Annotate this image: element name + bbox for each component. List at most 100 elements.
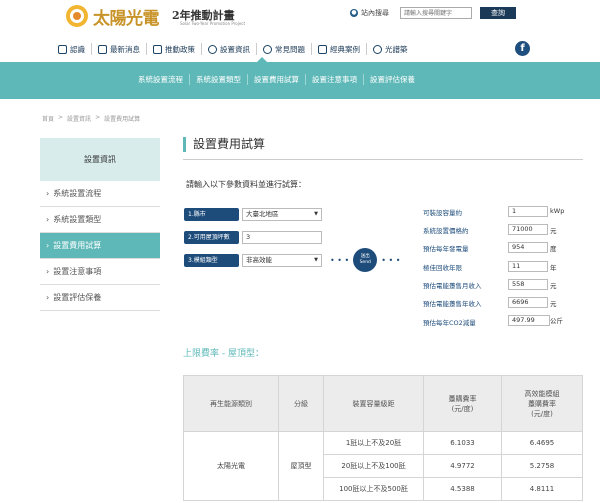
chevron-right-icon: › xyxy=(46,241,50,250)
cell-rate: 4.5388 xyxy=(423,477,502,501)
dropdown-arrow-icon: ▼ xyxy=(314,211,318,217)
output-label-price: 系統設置價格約 xyxy=(423,227,469,235)
site-search-link[interactable]: ● 站內搜尋 xyxy=(350,8,389,18)
send-button[interactable]: 送出 Send xyxy=(353,248,378,272)
output-unit-generation: 度 xyxy=(550,245,557,253)
chevron-right-icon: › xyxy=(46,267,50,276)
main-nav: 認識 最新消息 推動政策 設置資訊 常見問題 經典案例 光譜築 xyxy=(52,38,414,60)
subnav-process[interactable]: 系統設置流程 xyxy=(132,74,190,85)
table-row: 太陽光電 屋頂型 1瓩以上不及20瓩 6.1033 6.4695 xyxy=(183,431,583,501)
subnav-types[interactable]: 系統設置類型 xyxy=(190,74,248,85)
cell-range: 1瓩以上不及20瓩 xyxy=(323,431,424,455)
cell-high-rate: 6.4695 xyxy=(501,431,583,455)
breadcrumb-home[interactable]: 首頁 xyxy=(42,114,54,123)
chevron-right-icon: › xyxy=(46,189,50,198)
sidebar-item-notes[interactable]: › 設置注意事項 xyxy=(40,259,160,285)
logo-title[interactable]: 太陽光電 xyxy=(93,4,160,29)
output-label-monthly: 預估電能躉售月收入 xyxy=(423,282,482,290)
case-icon xyxy=(318,44,327,54)
output-unit-co2: 公斤 xyxy=(550,317,563,325)
output-unit-payback: 年 xyxy=(550,264,557,272)
building-icon xyxy=(153,44,162,54)
module-type-select[interactable]: 非高效能 ▼ xyxy=(242,254,322,267)
header-category: 再生能源類別 xyxy=(183,375,279,432)
output-unit-monthly: 元 xyxy=(550,282,557,290)
breadcrumb-setup-info[interactable]: 設置資訊 xyxy=(67,114,91,123)
question-icon xyxy=(263,44,272,54)
facebook-icon[interactable]: f xyxy=(515,41,530,56)
nav-item-faq[interactable]: 常見問題 xyxy=(257,43,312,55)
search-input[interactable] xyxy=(400,7,472,19)
output-unit-price: 元 xyxy=(550,227,557,235)
cell-high-rate: 5.2758 xyxy=(501,454,583,478)
divider xyxy=(183,159,583,160)
table-header-row: 再生能源類別 分級 裝置容量級距 躉購費率 (元/度) 高效能模組 躉購費率 (… xyxy=(183,375,583,432)
sidebar-item-types[interactable]: › 系統設置類型 xyxy=(40,207,160,233)
page-title: 設置費用試算 xyxy=(183,137,265,152)
chevron-right-icon: › xyxy=(46,293,50,302)
output-label-capacity: 可裝設容量約 xyxy=(423,209,462,217)
output-label-payback: 極佳回收年限 xyxy=(423,264,462,272)
nav-item-setup-info[interactable]: 設置資訊 xyxy=(202,43,257,55)
output-payback: 11 xyxy=(508,261,548,272)
subnav-maintenance[interactable]: 設置評估保養 xyxy=(364,74,421,85)
output-monthly: 558 xyxy=(508,279,548,290)
sub-nav-pointer xyxy=(256,57,268,63)
sidebar-item-cost-calc[interactable]: › 設置費用試算 xyxy=(40,233,160,259)
roof-area-input[interactable]: 3 xyxy=(242,231,322,244)
output-unit-capacity: kWp xyxy=(550,207,565,215)
county-label: 1.縣市 xyxy=(184,208,239,221)
dots-left: • • • xyxy=(330,255,350,265)
output-price: 71000 xyxy=(508,224,548,235)
cell-high-rate: 4.8111 xyxy=(501,477,583,501)
dropdown-arrow-icon: ▼ xyxy=(314,257,318,263)
chevron-right-icon: › xyxy=(46,215,50,224)
subnav-cost-calc[interactable]: 設置費用試算 xyxy=(248,74,306,85)
module-type-label: 3.模組類型 xyxy=(184,254,239,267)
nav-item-intro[interactable]: 認識 xyxy=(52,43,92,55)
breadcrumb-current: 設置費用試算 xyxy=(104,116,141,123)
search-button[interactable]: 查詢 xyxy=(480,7,516,19)
search-icon: ● xyxy=(350,9,358,17)
sun-logo-icon[interactable] xyxy=(64,3,90,29)
header-range: 裝置容量級距 xyxy=(323,375,424,432)
panel-icon xyxy=(373,44,382,54)
output-unit-yearly: 元 xyxy=(550,300,557,308)
sidebar-item-maintenance[interactable]: › 設置評估保養 xyxy=(40,285,160,311)
nav-item-policy[interactable]: 推動政策 xyxy=(147,43,202,55)
output-label-generation: 預估每年發電量 xyxy=(423,245,469,253)
instruction-text: 請輸入以下參數資料並進行試算： xyxy=(186,180,306,189)
logo-english: Solar Two-Year Promotion Project xyxy=(180,21,246,26)
nav-item-solar-build[interactable]: 光譜築 xyxy=(367,43,414,55)
nav-item-news[interactable]: 最新消息 xyxy=(92,43,147,55)
output-generation: 954 xyxy=(508,242,548,253)
nav-item-cases[interactable]: 經典案例 xyxy=(312,43,367,55)
subnav-notes[interactable]: 設置注意事項 xyxy=(306,74,364,85)
output-co2: 497.99 xyxy=(508,315,550,326)
rate-table: 再生能源類別 分級 裝置容量級距 躉購費率 (元/度) 高效能模組 躉購費率 (… xyxy=(183,375,583,501)
site-search-label: 站內搜尋 xyxy=(361,9,389,17)
output-label-yearly: 預估電能躉售年收入 xyxy=(423,300,482,308)
phone-icon xyxy=(58,44,67,54)
cell-range: 100瓩以上不及500瓩 xyxy=(323,477,424,501)
output-label-co2: 預估每年CO2減量 xyxy=(423,319,476,327)
header-high-rate: 高效能模組 躉購費率 (元/度) xyxy=(501,375,583,432)
dots-right: • • • xyxy=(381,255,401,265)
county-select[interactable]: 大臺北地區 ▼ xyxy=(242,208,322,221)
cell-category: 太陽光電 xyxy=(183,431,279,501)
cell-class: 屋頂型 xyxy=(278,431,324,501)
output-capacity: 1 xyxy=(508,206,548,217)
send-area: • • • 送出 Send • • • xyxy=(330,248,401,272)
sidebar-item-process[interactable]: › 系統設置流程 xyxy=(40,181,160,207)
breadcrumb: 首頁 > 設置資訊 > 設置費用試算 xyxy=(42,114,141,123)
sub-nav: 系統設置流程 系統設置類型 設置費用試算 設置注意事項 設置評估保養 xyxy=(132,74,421,85)
cell-range: 20瓩以上不及100瓩 xyxy=(323,454,424,478)
output-yearly: 6696 xyxy=(508,297,548,308)
rate-section-title: 上限費率 - 屋頂型： xyxy=(183,349,264,359)
cell-rate: 4.9772 xyxy=(423,454,502,478)
sidebar-heading: 設置資訊 xyxy=(40,138,160,181)
dollar-icon xyxy=(208,44,217,54)
chart-icon xyxy=(98,44,107,54)
cell-rate: 6.1033 xyxy=(423,431,502,455)
header-class: 分級 xyxy=(278,375,324,432)
